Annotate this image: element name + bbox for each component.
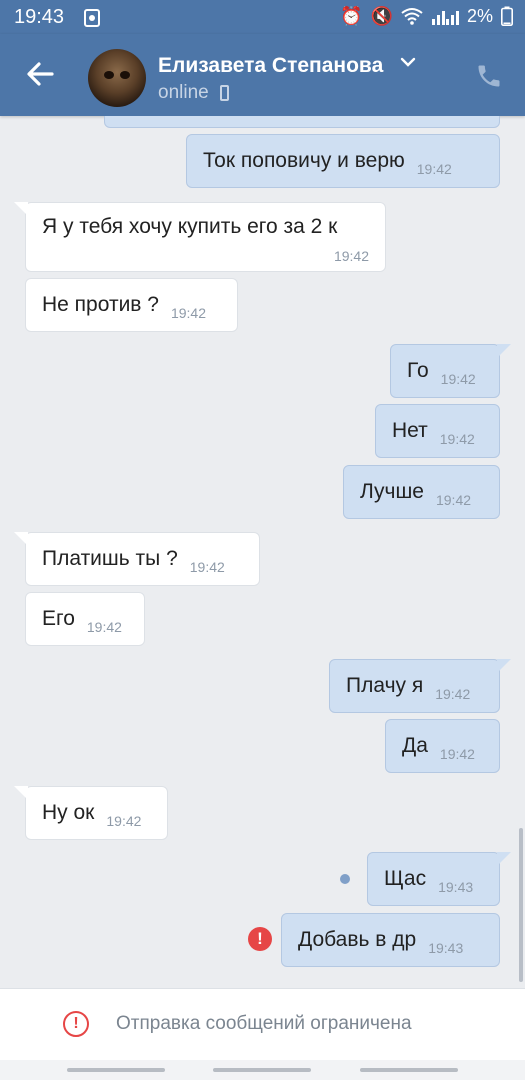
message-time: 19:42 — [439, 431, 475, 447]
bubble-tail — [497, 852, 511, 866]
bubble-tail — [497, 659, 511, 673]
system-nav-bar — [0, 1060, 525, 1080]
message-time: 19:42 — [189, 559, 225, 575]
message-text: Го — [407, 359, 429, 382]
warning-icon: ! — [63, 1011, 89, 1037]
status-time: 19:43 — [14, 6, 65, 28]
message-time: 19:42 — [435, 492, 472, 508]
scrollbar[interactable] — [519, 828, 523, 982]
message-text: Нет — [392, 419, 428, 442]
message-bubble-outgoing[interactable]: Го 19:42 — [390, 344, 511, 398]
restriction-text: Отправка сообщений ограничена — [116, 1013, 412, 1034]
unread-dot-icon — [340, 874, 350, 884]
bubble-tail — [14, 532, 28, 546]
message-list[interactable]: Ток поповичу и верю 19:42 Я у тебя хочу … — [0, 116, 525, 988]
message-bubble-outgoing[interactable]: Добавь в др 19:43 — [281, 913, 500, 967]
wifi-icon — [401, 8, 423, 25]
status-icons: ⏰ 🔇 2% — [340, 5, 513, 27]
message-time: 19:43 — [438, 879, 474, 895]
message-bubble-outgoing[interactable]: Щас 19:43 — [367, 852, 511, 906]
phone-icon[interactable] — [475, 62, 503, 90]
avatar-eye — [120, 71, 130, 79]
message-text: Ну ок — [42, 801, 95, 824]
message-text: Плачу я — [346, 674, 424, 697]
chevron-down-icon[interactable] — [400, 56, 416, 68]
avatar-eye — [104, 71, 114, 79]
message-bubble-outgoing[interactable]: Плачу я 19:42 — [329, 659, 511, 713]
message-time: 19:42 — [106, 813, 142, 829]
message-time: 19:42 — [440, 371, 476, 387]
message-bubble-partial — [104, 116, 500, 128]
message-text: Добавь в др — [298, 928, 417, 951]
message-time: 19:42 — [333, 248, 369, 264]
message-time: 19:42 — [86, 619, 122, 635]
message-text: Его — [42, 607, 75, 630]
message-bubble-outgoing[interactable]: Лучше 19:42 — [343, 465, 500, 519]
contact-name[interactable]: Елизавета Степанова — [158, 54, 383, 78]
status-bar: 19:43 ⏰ 🔇 2% — [0, 0, 525, 34]
message-bubble-outgoing[interactable]: Да 19:42 — [385, 719, 500, 773]
bubble-tail — [14, 786, 28, 800]
battery-label: 2% — [466, 6, 493, 26]
contact-status: online — [158, 82, 209, 103]
restriction-banner: ! Отправка сообщений ограничена — [0, 988, 525, 1060]
nav-home-button[interactable] — [213, 1068, 311, 1072]
message-time: 19:43 — [428, 940, 464, 956]
message-bubble-incoming[interactable]: Ну ок 19:42 — [14, 786, 168, 840]
notification-icon — [84, 9, 100, 27]
message-time: 19:42 — [439, 746, 475, 762]
message-bubble-incoming[interactable]: Его 19:42 — [25, 592, 145, 646]
message-text: Не против ? — [42, 293, 159, 316]
alarm-icon: ⏰ — [340, 6, 363, 26]
message-text: Щас — [384, 867, 427, 890]
bubble-tail — [497, 344, 511, 358]
message-bubble-incoming[interactable]: Платишь ты ? 19:42 — [14, 532, 260, 586]
mobile-icon — [220, 85, 229, 101]
message-bubble-outgoing[interactable]: Нет 19:42 — [375, 404, 500, 458]
error-icon[interactable]: ! — [248, 927, 272, 951]
bubble-tail — [14, 202, 28, 216]
message-bubble-incoming[interactable]: Не против ? 19:42 — [25, 278, 238, 332]
message-text: Платишь ты ? — [42, 547, 178, 570]
message-text: Ток поповичу и верю — [203, 149, 405, 172]
message-text: Я у тебя хочу купить его за 2 к — [42, 215, 338, 238]
nav-back-button[interactable] — [360, 1068, 458, 1072]
signal-icon — [431, 11, 459, 25]
battery-icon — [501, 6, 513, 26]
message-bubble-outgoing[interactable]: Ток поповичу и верю 19:42 — [186, 134, 500, 188]
message-bubble-incoming[interactable]: Я у тебя хочу купить его за 2 к 19:42 — [14, 202, 386, 272]
chat-header: Елизавета Степанова online — [0, 34, 525, 116]
avatar[interactable] — [88, 49, 146, 107]
message-time: 19:42 — [170, 305, 207, 321]
message-text: Лучше — [360, 480, 424, 503]
nav-recents-button[interactable] — [67, 1068, 165, 1072]
message-time: 19:42 — [416, 161, 452, 177]
message-text: Да — [402, 734, 428, 757]
message-time: 19:42 — [435, 686, 471, 702]
mute-icon: 🔇 — [370, 6, 393, 26]
back-arrow-icon[interactable] — [22, 56, 58, 92]
